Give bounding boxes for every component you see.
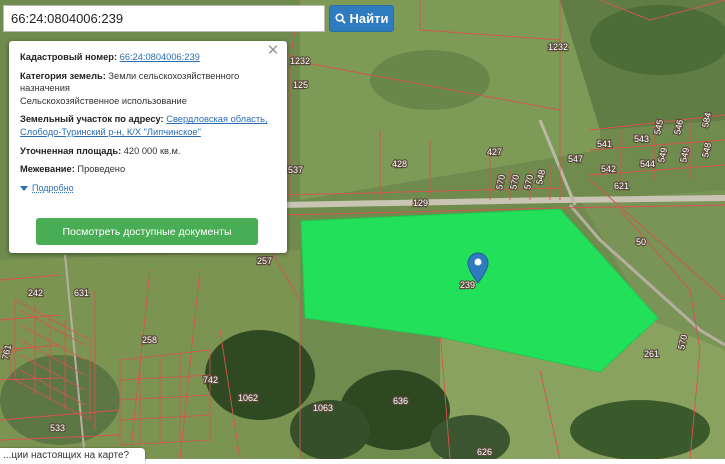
- search-icon: [334, 13, 346, 24]
- cadastral-number-row: Кадастровый номер: 66:24:0804006:239: [20, 51, 277, 64]
- plot-label: 50: [636, 237, 646, 247]
- address-label: Земельный участок по адресу:: [20, 114, 164, 125]
- area-row: Уточненная площадь: 420 000 кв.м.: [20, 145, 277, 158]
- plot-label: 636: [393, 396, 408, 406]
- close-icon[interactable]: ✕: [266, 43, 280, 58]
- address-row: Земельный участок по адресу: Свердловска…: [20, 113, 277, 138]
- land-category-row: Категория земель: Земли сельскохозяйстве…: [20, 70, 277, 108]
- view-documents-button[interactable]: Посмотреть доступные документы: [36, 218, 258, 245]
- search-button-label: Найти: [349, 11, 389, 26]
- plot-label: 742: [203, 375, 218, 385]
- survey-value: Проведено: [77, 164, 126, 175]
- plot-label: 543: [634, 134, 649, 144]
- search-button[interactable]: Найти: [329, 5, 394, 32]
- plot-label: 547: [568, 154, 583, 164]
- area-value: 420 000 кв.м.: [123, 145, 181, 156]
- survey-row: Межевание: Проведено: [20, 163, 277, 176]
- plot-label: 544: [640, 159, 655, 169]
- plot-label: 537: [288, 165, 303, 175]
- cadastral-number-link[interactable]: 66:24:0804006:239: [120, 52, 200, 62]
- plot-label: 1232: [290, 56, 310, 66]
- land-usage-value: Сельскохозяйственное использование: [20, 95, 187, 106]
- plot-label: 1063: [313, 403, 333, 413]
- cadastral-search-input[interactable]: [3, 5, 325, 32]
- help-bubble[interactable]: ...ции настоящих на карте?: [0, 448, 145, 464]
- plot-label: 1232: [548, 42, 568, 52]
- details-toggle[interactable]: Подробно: [20, 182, 277, 195]
- plot-label: 626: [477, 447, 492, 457]
- plot-label: 428: [392, 159, 407, 169]
- plot-label: 125: [293, 80, 308, 90]
- survey-label: Межевание:: [20, 164, 75, 175]
- plot-label-selected: 239: [460, 280, 475, 290]
- plot-label: 242: [28, 288, 43, 298]
- plot-label: 533: [50, 423, 65, 433]
- plot-label: 621: [614, 181, 629, 191]
- plot-label: 258: [142, 335, 157, 345]
- forest-patch: [370, 50, 490, 110]
- triangle-down-icon: [20, 185, 28, 191]
- land-category-label: Категория земель:: [20, 70, 106, 81]
- area-label: Уточненная площадь:: [20, 145, 122, 156]
- forest-patch: [590, 5, 725, 75]
- plot-label: 129: [413, 198, 428, 208]
- plot-label: 1062: [238, 393, 258, 403]
- plot-info-popup: ✕ Кадастровый номер: 66:24:0804006:239 К…: [9, 41, 287, 253]
- plot-label: 542: [601, 164, 616, 174]
- plot-label: 427: [487, 147, 502, 157]
- cadastral-number-label: Кадастровый номер:: [20, 52, 118, 62]
- forest-patch: [570, 400, 710, 459]
- plot-label: 541: [597, 139, 612, 149]
- plot-label: 257: [257, 256, 272, 266]
- plot-label: 631: [74, 288, 89, 298]
- plot-label: 261: [644, 349, 659, 359]
- forest-patch: [205, 330, 315, 420]
- details-toggle-label: Подробно: [32, 182, 74, 193]
